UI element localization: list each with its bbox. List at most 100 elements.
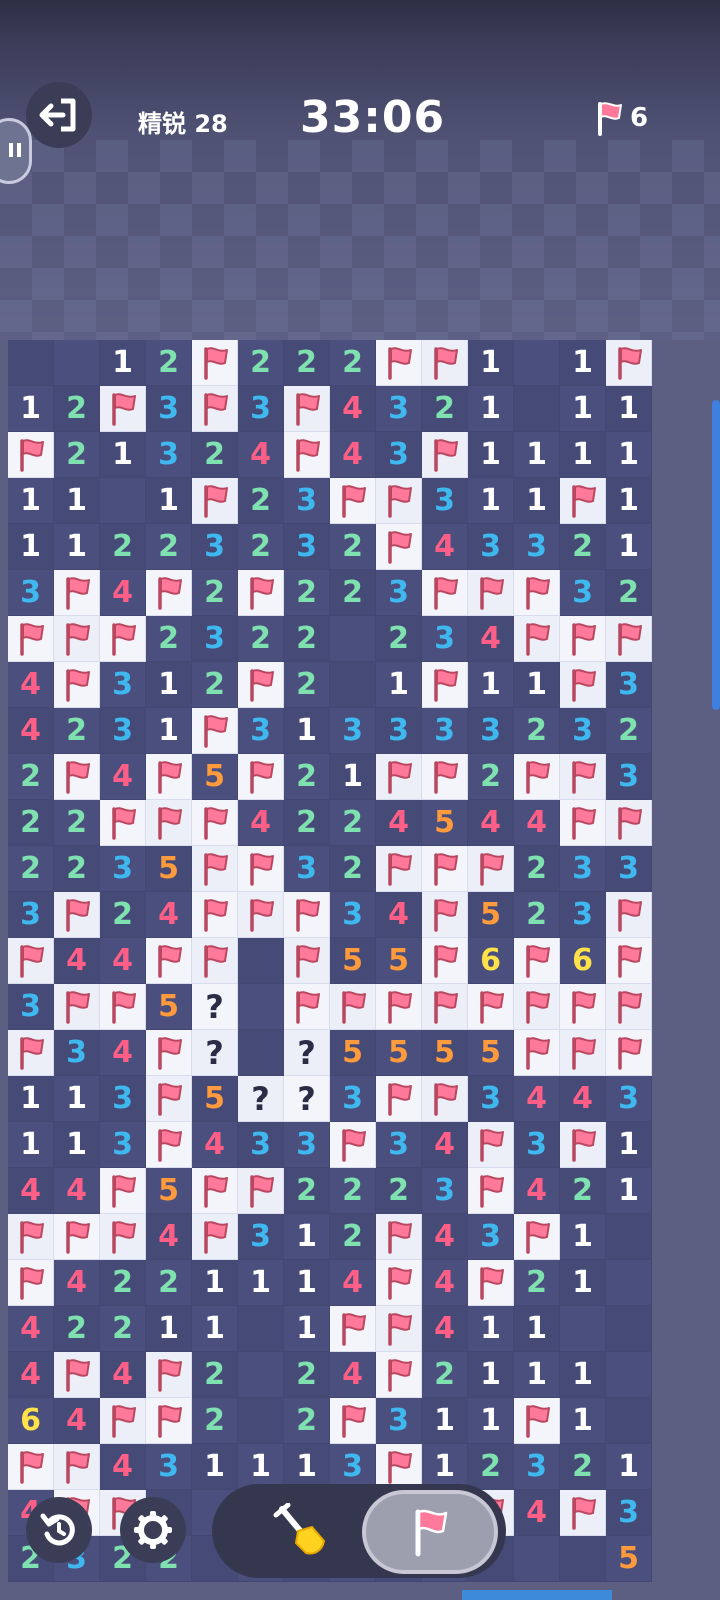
board-cell[interactable] (468, 1260, 514, 1306)
board-cell[interactable] (192, 386, 238, 432)
board-cell[interactable] (422, 938, 468, 984)
board-cell[interactable]: 2 (284, 800, 330, 846)
board-cell[interactable] (146, 754, 192, 800)
board-cell[interactable]: 3 (422, 478, 468, 524)
board-cell[interactable]: 2 (284, 662, 330, 708)
board-cell[interactable] (376, 524, 422, 570)
board-cell[interactable]: 4 (8, 1306, 54, 1352)
board-cell[interactable] (468, 1122, 514, 1168)
board-cell[interactable]: 1 (8, 1122, 54, 1168)
board-cell[interactable]: 1 (514, 662, 560, 708)
board-cell[interactable]: 2 (192, 1398, 238, 1444)
board-cell[interactable]: 2 (100, 1260, 146, 1306)
dig-tool-button[interactable] (248, 1493, 352, 1569)
board-cell[interactable] (238, 754, 284, 800)
board-cell[interactable]: ? (192, 984, 238, 1030)
board-cell[interactable]: 1 (468, 432, 514, 478)
board-cell[interactable]: 1 (560, 432, 606, 478)
board-cell[interactable] (54, 984, 100, 1030)
board-cell[interactable]: 1 (54, 1076, 100, 1122)
board-cell[interactable]: 3 (238, 708, 284, 754)
board-cell[interactable]: 4 (238, 432, 284, 478)
board-cell[interactable] (560, 616, 606, 662)
board-cell[interactable] (422, 892, 468, 938)
board-cell[interactable] (192, 478, 238, 524)
board-cell[interactable]: 2 (238, 524, 284, 570)
board-cell[interactable] (376, 984, 422, 1030)
board-cell[interactable] (192, 938, 238, 984)
board-cell[interactable]: 1 (514, 432, 560, 478)
board-cell[interactable]: 1 (284, 1306, 330, 1352)
board-cell[interactable] (514, 616, 560, 662)
board-cell[interactable]: 1 (284, 1260, 330, 1306)
board-cell[interactable] (422, 846, 468, 892)
board-cell[interactable]: 3 (284, 478, 330, 524)
board-cell[interactable] (146, 1398, 192, 1444)
board-cell[interactable]: 2 (284, 754, 330, 800)
board-cell[interactable]: 2 (238, 616, 284, 662)
board-cell[interactable]: 3 (560, 846, 606, 892)
board-cell[interactable] (284, 892, 330, 938)
board-cell[interactable]: 3 (330, 708, 376, 754)
board-cell[interactable]: 4 (100, 570, 146, 616)
board-cell[interactable]: 1 (468, 1398, 514, 1444)
board-cell[interactable]: 4 (468, 800, 514, 846)
board-cell[interactable]: 4 (330, 432, 376, 478)
board-cell[interactable] (54, 616, 100, 662)
board-cell[interactable] (422, 1076, 468, 1122)
board-cell[interactable] (422, 432, 468, 478)
board-cell[interactable]: 1 (560, 340, 606, 386)
board-cell[interactable]: 1 (606, 478, 652, 524)
board-cell[interactable]: 1 (100, 432, 146, 478)
board-cell[interactable] (376, 340, 422, 386)
pause-icon[interactable] (0, 118, 32, 184)
board-cell[interactable]: 2 (146, 1260, 192, 1306)
board-cell[interactable]: 2 (8, 754, 54, 800)
board-cell[interactable] (238, 1398, 284, 1444)
board-cell[interactable]: 1 (54, 1122, 100, 1168)
board-cell[interactable]: 3 (376, 432, 422, 478)
board-cell[interactable] (54, 754, 100, 800)
board-cell[interactable]: 4 (100, 754, 146, 800)
board-cell[interactable] (284, 432, 330, 478)
board-cell[interactable]: 2 (54, 846, 100, 892)
board-cell[interactable]: 2 (54, 386, 100, 432)
board-cell[interactable] (606, 938, 652, 984)
board-cell[interactable]: 3 (192, 524, 238, 570)
board-cell[interactable] (376, 1352, 422, 1398)
board-cell[interactable]: 4 (8, 1352, 54, 1398)
board-cell[interactable]: 4 (514, 1076, 560, 1122)
board-cell[interactable] (8, 616, 54, 662)
board-cell[interactable]: 2 (284, 1168, 330, 1214)
board-cell[interactable]: 4 (422, 1306, 468, 1352)
board-cell[interactable]: 4 (560, 1076, 606, 1122)
board-cell[interactable]: ? (284, 1076, 330, 1122)
board-cell[interactable]: 3 (284, 1122, 330, 1168)
board-cell[interactable] (468, 1168, 514, 1214)
board-cell[interactable]: 4 (54, 1260, 100, 1306)
restart-button[interactable] (26, 1497, 92, 1563)
board-cell[interactable] (606, 984, 652, 1030)
board-cell[interactable]: 4 (54, 1398, 100, 1444)
board-cell[interactable]: 3 (422, 616, 468, 662)
board-cell[interactable]: 3 (146, 432, 192, 478)
board-cell[interactable] (606, 340, 652, 386)
board-cell[interactable]: 1 (146, 662, 192, 708)
board-cell[interactable]: 2 (284, 340, 330, 386)
board-cell[interactable]: 2 (514, 708, 560, 754)
board-cell[interactable] (606, 1214, 652, 1260)
board-cell[interactable]: 2 (284, 616, 330, 662)
board-cell[interactable] (514, 1398, 560, 1444)
board-cell[interactable]: 2 (100, 892, 146, 938)
board-cell[interactable]: 3 (238, 1122, 284, 1168)
board-cell[interactable]: 2 (422, 1352, 468, 1398)
board-cell[interactable]: 1 (284, 1214, 330, 1260)
board-cell[interactable]: 3 (238, 1214, 284, 1260)
flag-tool-button[interactable] (362, 1490, 498, 1574)
board-cell[interactable] (606, 1398, 652, 1444)
board-cell[interactable]: 5 (376, 938, 422, 984)
board-cell[interactable]: 1 (146, 1306, 192, 1352)
board-cell[interactable]: 1 (8, 1076, 54, 1122)
board-cell[interactable]: 2 (514, 846, 560, 892)
board-cell[interactable]: 2 (560, 1168, 606, 1214)
